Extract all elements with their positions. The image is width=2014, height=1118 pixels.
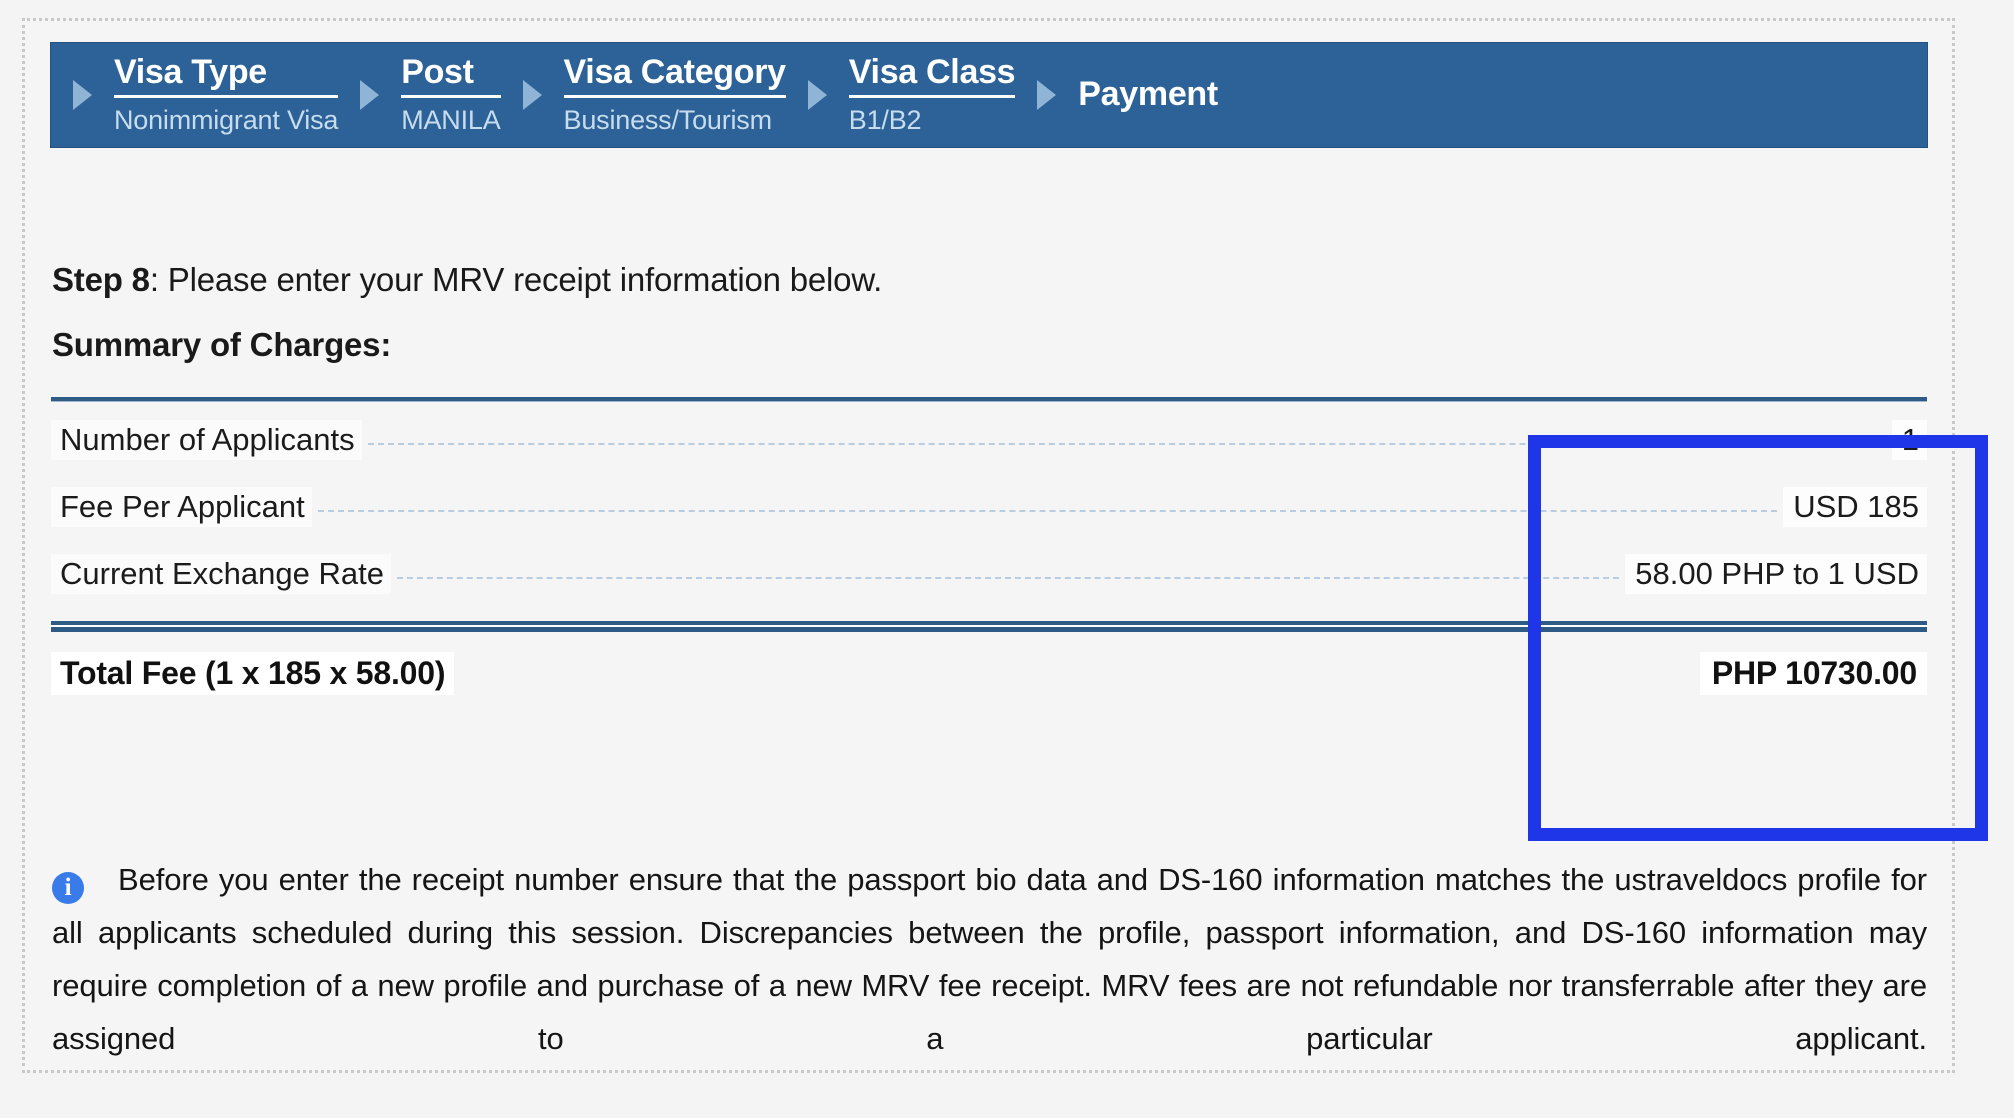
breadcrumb: Visa Type Nonimmigrant Visa Post MANILA …	[50, 42, 1928, 148]
leader-dots	[396, 576, 1620, 579]
notice-text: Before you enter the receipt number ensu…	[52, 862, 1927, 1056]
step-instruction: Step 8: Please enter your MRV receipt in…	[52, 261, 882, 299]
charge-label-fee-per-applicant: Fee Per Applicant	[51, 486, 312, 527]
breadcrumb-step-title: Post	[401, 53, 501, 98]
breadcrumb-step-title: Visa Type	[114, 53, 339, 98]
chevron-right-icon	[522, 80, 542, 110]
breadcrumb-step-subtitle: Nonimmigrant Visa	[114, 105, 339, 135]
charge-label-current-exchange-rate: Current Exchange Rate	[51, 553, 391, 594]
total-fee-value: PHP 10730.00	[1699, 651, 1927, 695]
chevron-right-icon	[807, 80, 827, 110]
page-content: Visa Type Nonimmigrant Visa Post MANILA …	[25, 21, 1988, 1070]
charge-rows: Number of Applicants 1 Fee Per Applicant…	[51, 402, 1927, 607]
breadcrumb-step-visa-category[interactable]: Visa Category Business/Tourism	[501, 43, 786, 147]
breadcrumb-step-post[interactable]: Post MANILA	[338, 43, 501, 147]
table-total-row: Total Fee (1 x 185 x 58.00) PHP 10730.00	[51, 638, 1927, 708]
charge-value-number-of-applicants: 1	[1891, 419, 1927, 460]
charge-label-number-of-applicants: Number of Applicants	[51, 419, 362, 460]
breadcrumb-step-subtitle: B1/B2	[848, 105, 922, 135]
breadcrumb-step-payment[interactable]: Payment	[1015, 43, 1218, 147]
charge-value-current-exchange-rate: 58.00 PHP to 1 USD	[1625, 553, 1927, 594]
breadcrumb-step-subtitle: Business/Tourism	[563, 105, 773, 135]
breadcrumb-step-title: Visa Class	[848, 53, 1016, 98]
table-row: Current Exchange Rate 58.00 PHP to 1 USD	[51, 540, 1927, 607]
breadcrumb-step-subtitle: MANILA	[401, 105, 501, 135]
chevron-right-icon	[1037, 80, 1057, 110]
breadcrumb-step-visa-type[interactable]: Visa Type Nonimmigrant Visa	[51, 43, 338, 147]
total-fee-label: Total Fee (1 x 185 x 58.00)	[51, 651, 455, 695]
notice-paragraph: i Before you enter the receipt number ens…	[52, 853, 1927, 1118]
info-icon: i	[52, 872, 84, 904]
summary-heading: Summary of Charges:	[52, 326, 392, 363]
step-instruction-text: : Please enter your MRV receipt informat…	[149, 261, 883, 298]
chevron-right-icon	[360, 80, 380, 110]
page-frame: Visa Type Nonimmigrant Visa Post MANILA …	[22, 18, 1988, 1073]
table-total-divider	[51, 621, 1927, 632]
step-number-label: Step 8	[52, 261, 150, 298]
chevron-right-icon	[73, 80, 92, 110]
breadcrumb-step-title: Payment	[1078, 75, 1218, 113]
leader-dots	[367, 442, 1886, 445]
charge-value-fee-per-applicant: USD 185	[1783, 486, 1927, 527]
table-row: Number of Applicants 1	[51, 406, 1927, 473]
summary-of-charges-table: Number of Applicants 1 Fee Per Applicant…	[51, 397, 1927, 708]
leader-dots	[317, 509, 1778, 512]
breadcrumb-step-title: Visa Category	[563, 53, 786, 98]
table-row: Fee Per Applicant USD 185	[51, 473, 1927, 540]
breadcrumb-step-visa-class[interactable]: Visa Class B1/B2	[786, 43, 1016, 147]
